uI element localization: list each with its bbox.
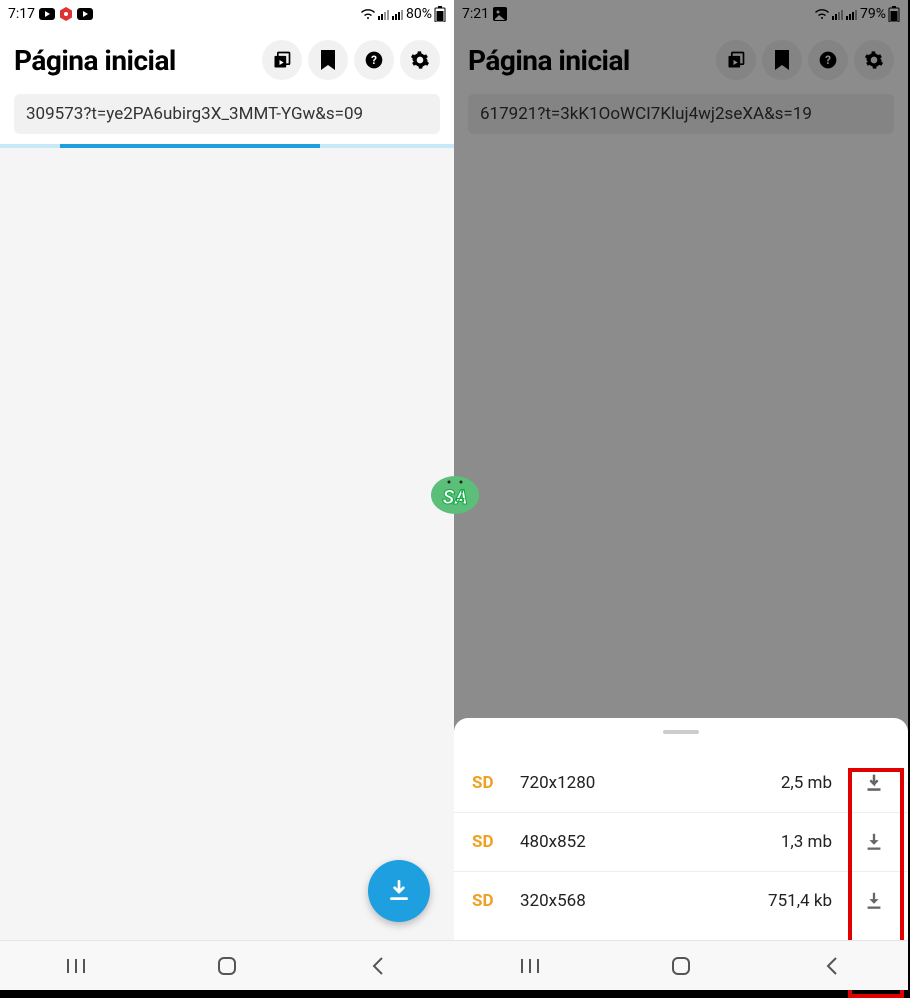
- status-bar: 7:17 80%: [0, 0, 454, 28]
- signal-icon: [378, 8, 390, 20]
- svg-text:SA: SA: [442, 485, 467, 509]
- library-button[interactable]: [262, 40, 302, 80]
- bookmark-button[interactable]: [308, 40, 348, 80]
- size-label: 1,3 mb: [781, 832, 832, 852]
- nav-bar: [0, 940, 454, 990]
- size-label: 751,4 kb: [768, 891, 832, 911]
- status-time: 7:21: [462, 6, 489, 22]
- youtube-icon: [39, 8, 55, 20]
- settings-button[interactable]: [854, 40, 894, 80]
- url-input[interactable]: 617921?t=3kK1OoWCI7Kluj4wj2seXA&s=19: [468, 94, 894, 134]
- quality-label: SD: [472, 891, 502, 911]
- download-option[interactable]: SD 480x852 1,3 mb: [454, 813, 908, 872]
- battery-icon: [434, 6, 446, 22]
- quality-label: SD: [472, 773, 502, 793]
- wifi-icon: [360, 8, 376, 20]
- nav-bar: [454, 940, 908, 990]
- nav-home[interactable]: [187, 955, 267, 977]
- youtube-icon: [77, 8, 93, 20]
- signal-icon: [392, 8, 404, 20]
- nav-home[interactable]: [641, 955, 721, 977]
- svg-text:?: ?: [825, 53, 831, 67]
- nav-recents[interactable]: [36, 957, 116, 975]
- watermark-logo: SA: [429, 474, 481, 516]
- help-button[interactable]: ?: [808, 40, 848, 80]
- resolution-label: 320x568: [520, 891, 586, 911]
- settings-button[interactable]: [400, 40, 440, 80]
- nav-back[interactable]: [792, 955, 872, 977]
- library-button[interactable]: [716, 40, 756, 80]
- hex-icon: [59, 7, 73, 21]
- screen-right: 7:21 79% Página inicial ? 617921?t=3kK1O…: [454, 0, 908, 990]
- screen-left: 7:17 80% Página inicial ? 309573?t=ye2PA…: [0, 0, 454, 990]
- url-input[interactable]: 309573?t=ye2PA6ubirg3X_3MMT-YGw&s=09: [14, 94, 440, 134]
- bookmark-button[interactable]: [762, 40, 802, 80]
- page-title: Página inicial: [14, 44, 256, 77]
- drag-handle[interactable]: [663, 730, 699, 734]
- help-button[interactable]: ?: [354, 40, 394, 80]
- status-battery-text: 79%: [860, 6, 886, 22]
- page-title: Página inicial: [468, 44, 710, 77]
- nav-back[interactable]: [338, 955, 418, 977]
- status-battery-text: 80%: [406, 6, 432, 22]
- wifi-icon: [814, 8, 830, 20]
- signal-icon: [846, 8, 858, 20]
- resolution-label: 480x852: [520, 832, 586, 852]
- status-bar: 7:21 79%: [454, 0, 908, 28]
- resolution-label: 720x1280: [520, 773, 595, 793]
- download-option[interactable]: SD 720x1280 2,5 mb: [454, 754, 908, 813]
- download-sheet: SD 720x1280 2,5 mb SD 480x852 1,3 mb SD …: [454, 718, 908, 940]
- download-fab[interactable]: [368, 860, 430, 922]
- status-time: 7:17: [8, 6, 35, 22]
- size-label: 2,5 mb: [781, 773, 832, 793]
- battery-icon: [888, 6, 900, 22]
- quality-label: SD: [472, 832, 502, 852]
- content-area: [0, 148, 454, 940]
- header: Página inicial ?: [454, 28, 908, 88]
- image-icon: [493, 7, 507, 21]
- signal-icon: [832, 8, 844, 20]
- header: Página inicial ?: [0, 28, 454, 88]
- download-option[interactable]: SD 320x568 751,4 kb: [454, 872, 908, 930]
- svg-text:?: ?: [371, 53, 377, 67]
- nav-recents[interactable]: [490, 957, 570, 975]
